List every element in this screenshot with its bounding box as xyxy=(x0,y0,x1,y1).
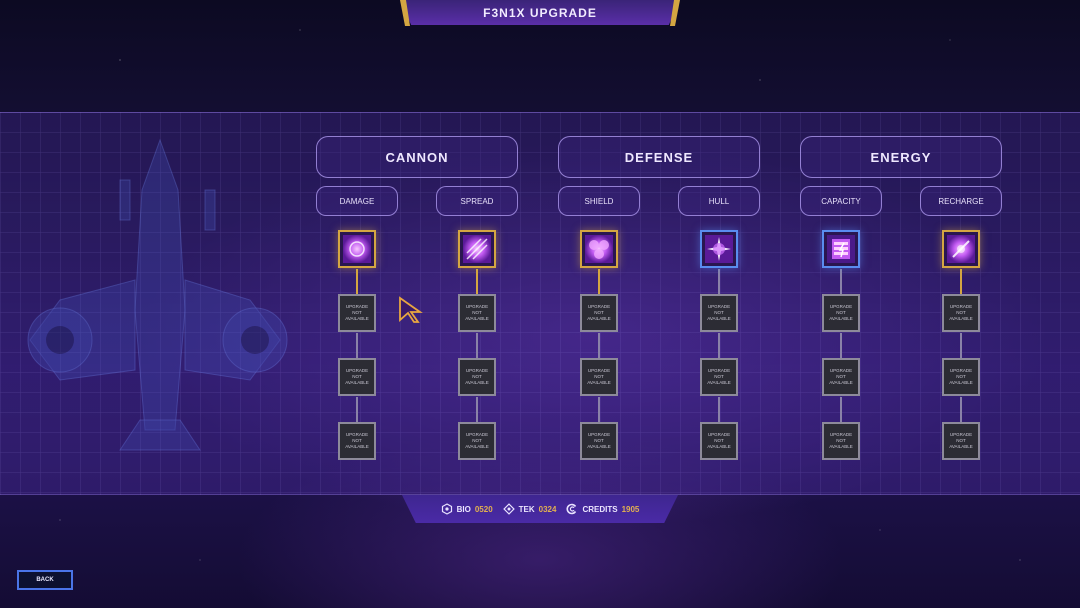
credits-coin-icon xyxy=(566,503,577,515)
locked-label: UPGRADE NOT AVAILABLE xyxy=(707,432,731,449)
locked-upgrade-slot[interactable]: UPGRADE NOT AVAILABLE xyxy=(458,422,496,460)
locked-upgrade-slot[interactable]: UPGRADE NOT AVAILABLE xyxy=(700,358,738,396)
locked-upgrade-slot[interactable]: UPGRADE NOT AVAILABLE xyxy=(338,294,376,332)
resource-credits: CREDITS 1905 xyxy=(566,503,639,515)
connector-line xyxy=(840,397,842,423)
locked-label: UPGRADE NOT AVAILABLE xyxy=(345,432,369,449)
connector-line xyxy=(598,397,600,423)
locked-label: UPGRADE NOT AVAILABLE xyxy=(829,432,853,449)
locked-label: UPGRADE NOT AVAILABLE xyxy=(707,304,731,321)
locked-upgrade-slot[interactable]: UPGRADE NOT AVAILABLE xyxy=(338,422,376,460)
connector-line xyxy=(718,397,720,423)
page-title: F3N1X UPGRADE xyxy=(483,5,597,20)
locked-upgrade-slot[interactable]: UPGRADE NOT AVAILABLE xyxy=(822,294,860,332)
title-banner: F3N1X UPGRADE xyxy=(400,0,680,25)
connector-line xyxy=(356,269,358,295)
connector-line xyxy=(960,333,962,359)
connector-line xyxy=(476,397,478,423)
locked-upgrade-slot[interactable]: UPGRADE NOT AVAILABLE xyxy=(458,294,496,332)
locked-upgrade-slot[interactable]: UPGRADE NOT AVAILABLE xyxy=(700,422,738,460)
category-label: DEFENSE xyxy=(624,149,694,165)
connector-line xyxy=(356,397,358,423)
locked-upgrade-slot[interactable]: UPGRADE NOT AVAILABLE xyxy=(700,294,738,332)
resource-name: TEK xyxy=(518,504,535,514)
resource-value: 1905 xyxy=(621,504,640,514)
subcategory-label: HULL xyxy=(708,196,730,206)
locked-upgrade-slot[interactable]: UPGRADE NOT AVAILABLE xyxy=(942,358,980,396)
resource-name: BIO xyxy=(456,504,471,514)
locked-label: UPGRADE NOT AVAILABLE xyxy=(345,304,369,321)
locked-label: UPGRADE NOT AVAILABLE xyxy=(949,432,973,449)
connector-line xyxy=(598,269,600,295)
locked-label: UPGRADE NOT AVAILABLE xyxy=(949,368,973,385)
locked-label: UPGRADE NOT AVAILABLE xyxy=(707,368,731,385)
connector-line xyxy=(476,333,478,359)
tek-chip-icon xyxy=(502,503,515,515)
connector-line xyxy=(356,333,358,359)
locked-label: UPGRADE NOT AVAILABLE xyxy=(465,432,489,449)
resource-value: 0520 xyxy=(474,504,493,514)
subcategory-label: CAPACITY xyxy=(821,196,861,206)
locked-upgrade-slot[interactable]: UPGRADE NOT AVAILABLE xyxy=(942,422,980,460)
locked-upgrade-slot[interactable]: UPGRADE NOT AVAILABLE xyxy=(580,422,618,460)
bio-hex-icon xyxy=(441,503,452,515)
tab-hull[interactable]: HULL xyxy=(678,186,760,216)
resource-bio: BIO 0520 xyxy=(441,503,493,515)
resource-name: CREDITS xyxy=(582,504,618,514)
locked-label: UPGRADE NOT AVAILABLE xyxy=(587,432,611,449)
subcategory-label: RECHARGE xyxy=(938,196,984,206)
category-energy: ENERGY xyxy=(800,136,1002,178)
locked-label: UPGRADE NOT AVAILABLE xyxy=(587,304,611,321)
locked-upgrade-slot[interactable]: UPGRADE NOT AVAILABLE xyxy=(822,422,860,460)
locked-label: UPGRADE NOT AVAILABLE xyxy=(829,368,853,385)
tab-capacity[interactable]: CAPACITY xyxy=(800,186,882,216)
locked-label: UPGRADE NOT AVAILABLE xyxy=(587,368,611,385)
locked-upgrade-slot[interactable]: UPGRADE NOT AVAILABLE xyxy=(458,358,496,396)
connector-line xyxy=(960,269,962,295)
locked-upgrade-slot[interactable]: UPGRADE NOT AVAILABLE xyxy=(580,294,618,332)
resources-bar: BIO 0520 TEK 0324 CREDITS 1905 xyxy=(402,495,678,523)
back-button[interactable]: BACK xyxy=(17,570,73,590)
starburst-icon[interactable] xyxy=(700,230,738,268)
category-label: CANNON xyxy=(385,149,449,165)
locked-label: UPGRADE NOT AVAILABLE xyxy=(829,304,853,321)
energy-burst-icon[interactable] xyxy=(942,230,980,268)
tab-recharge[interactable]: RECHARGE xyxy=(920,186,1002,216)
ship-hologram-icon xyxy=(27,138,288,451)
tab-shield[interactable]: SHIELD xyxy=(558,186,640,216)
back-label: BACK xyxy=(36,577,54,583)
locked-upgrade-slot[interactable]: UPGRADE NOT AVAILABLE xyxy=(338,358,376,396)
locked-label: UPGRADE NOT AVAILABLE xyxy=(949,304,973,321)
connector-line xyxy=(598,333,600,359)
locked-label: UPGRADE NOT AVAILABLE xyxy=(465,368,489,385)
locked-label: UPGRADE NOT AVAILABLE xyxy=(345,368,369,385)
connector-line xyxy=(718,333,720,359)
subcategory-label: DAMAGE xyxy=(339,196,375,206)
cursor-arrow-icon xyxy=(399,296,423,323)
category-cannon: CANNON xyxy=(316,136,518,178)
tab-spread[interactable]: SPREAD xyxy=(436,186,518,216)
connector-line xyxy=(960,397,962,423)
locked-label: UPGRADE NOT AVAILABLE xyxy=(465,304,489,321)
category-defense: DEFENSE xyxy=(558,136,760,178)
resource-value: 0324 xyxy=(538,504,557,514)
locked-upgrade-slot[interactable]: UPGRADE NOT AVAILABLE xyxy=(580,358,618,396)
connector-line xyxy=(840,269,842,295)
tab-damage[interactable]: DAMAGE xyxy=(316,186,398,216)
connector-line xyxy=(840,333,842,359)
resource-tek: TEK 0324 xyxy=(502,503,557,515)
category-label: ENERGY xyxy=(870,149,932,165)
subcategory-label: SPREAD xyxy=(460,196,494,206)
subcategory-label: SHIELD xyxy=(584,196,614,206)
swirl-orb-icon[interactable] xyxy=(338,230,376,268)
connector-line xyxy=(718,269,720,295)
connector-line xyxy=(476,269,478,295)
battery-bolt-icon[interactable] xyxy=(822,230,860,268)
spread-beams-icon[interactable] xyxy=(458,230,496,268)
locked-upgrade-slot[interactable]: UPGRADE NOT AVAILABLE xyxy=(822,358,860,396)
locked-upgrade-slot[interactable]: UPGRADE NOT AVAILABLE xyxy=(942,294,980,332)
hex-shield-icon[interactable] xyxy=(580,230,618,268)
